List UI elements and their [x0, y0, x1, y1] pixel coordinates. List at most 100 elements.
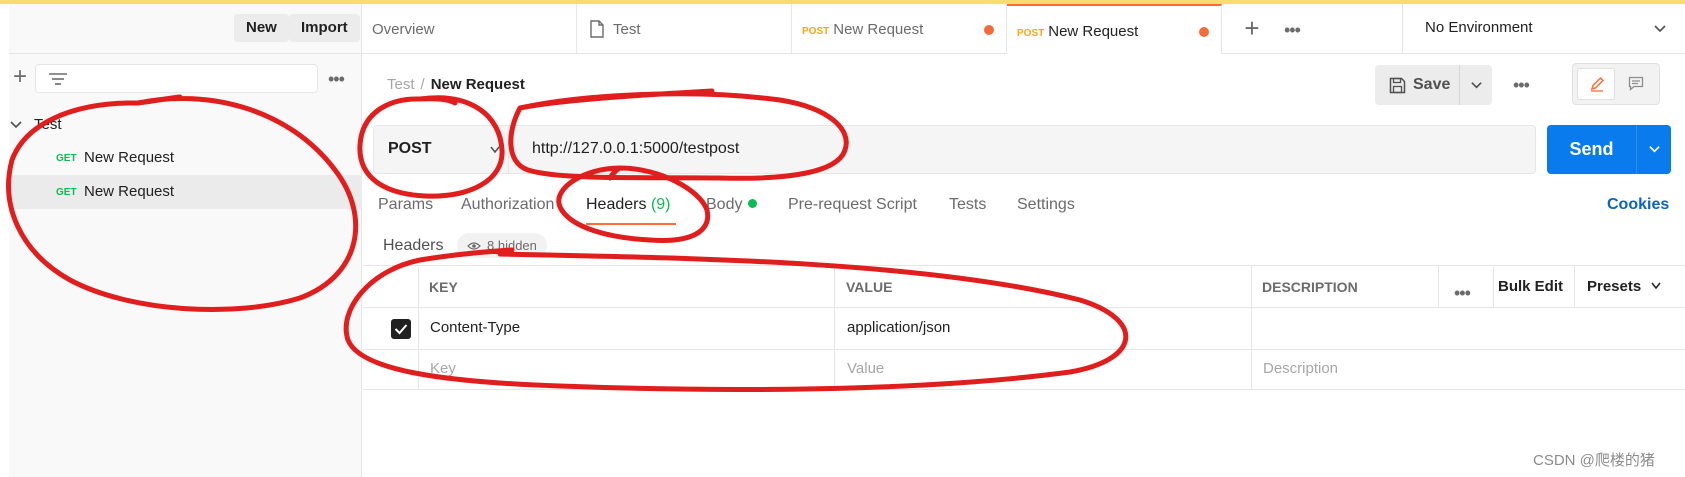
table-more-icon[interactable]: •••	[1454, 284, 1471, 302]
tab-prerequest-script[interactable]: Pre-request Script	[788, 196, 917, 214]
send-dropdown-button[interactable]	[1638, 125, 1671, 174]
new-button[interactable]: New	[234, 14, 289, 42]
save-group: Save	[1375, 65, 1492, 105]
collection-item[interactable]: Test	[9, 110, 362, 140]
add-collection-icon[interactable]: +	[9, 65, 31, 89]
send-button[interactable]: Send	[1547, 125, 1637, 174]
comments-button[interactable]	[1617, 68, 1655, 100]
method-badge: POST	[802, 26, 830, 37]
breadcrumb-parent[interactable]: Test	[387, 76, 415, 93]
column-header-value: VALUE	[846, 279, 893, 295]
table-col-divider	[1493, 265, 1494, 307]
send-group: Send	[1547, 125, 1671, 174]
sidebar-header: New Import	[9, 4, 362, 54]
presets-dropdown[interactable]: Presets	[1587, 278, 1662, 295]
sidebar-request-item[interactable]: GET New Request	[9, 141, 362, 175]
tab-new-request-1[interactable]: POST New Request	[792, 4, 1007, 54]
tab-authorization[interactable]: Authorization	[461, 196, 554, 214]
request-more-icon[interactable]: •••	[1513, 76, 1530, 94]
chevron-down-icon	[10, 121, 22, 129]
save-dropdown-button[interactable]	[1461, 65, 1492, 105]
tab-label: New Request	[833, 21, 924, 38]
tab-label: New Request	[1048, 23, 1139, 40]
new-key-input[interactable]: Key	[430, 360, 456, 377]
breadcrumb-separator: /	[420, 76, 425, 93]
sidebar-filter-input[interactable]	[35, 64, 318, 93]
method-badge: GET	[56, 153, 77, 164]
tab-body-label: Body	[706, 196, 743, 213]
tab-test[interactable]: Test	[577, 4, 792, 54]
tab-tests[interactable]: Tests	[949, 196, 986, 214]
new-value-input[interactable]: Value	[847, 360, 884, 377]
tab-params[interactable]: Params	[378, 196, 433, 214]
active-tab-underline	[586, 223, 676, 225]
header-key-cell[interactable]: Content-Type	[430, 319, 520, 336]
chevron-down-icon	[1651, 282, 1661, 290]
table-col-divider	[1251, 265, 1252, 390]
tab-label: Overview	[372, 21, 435, 38]
unsaved-dot-icon	[1199, 27, 1209, 37]
chevron-down-icon	[1649, 146, 1660, 153]
request-name: New Request	[84, 183, 175, 200]
table-border	[363, 349, 1685, 350]
collection-doc-icon	[590, 20, 604, 38]
sidebar-more-icon[interactable]: •••	[328, 70, 345, 88]
breadcrumb-current[interactable]: New Request	[431, 76, 525, 93]
comment-icon	[1628, 76, 1644, 91]
headers-count: (9)	[650, 196, 671, 213]
header-enabled-checkbox[interactable]	[391, 319, 411, 339]
table-col-divider	[1438, 265, 1439, 307]
url-bar: POST http://127.0.0.1:5000/testpost	[373, 125, 1536, 174]
sidebar-request-item-active[interactable]: GET New Request	[9, 175, 362, 209]
tab-headers-label: Headers	[586, 196, 647, 213]
sidebar-edge	[0, 4, 9, 477]
new-description-input[interactable]: Description	[1263, 360, 1338, 377]
bulk-edit-button[interactable]: Bulk Edit	[1498, 278, 1563, 295]
environment-selector[interactable]: No Environment	[1402, 4, 1685, 54]
hidden-headers-toggle[interactable]: 8 hidden	[457, 233, 547, 258]
edit-mode-button[interactable]	[1577, 68, 1615, 100]
tab-overview[interactable]: Overview	[362, 4, 577, 54]
unsaved-dot-icon	[984, 25, 994, 35]
sidebar: New Import + ••• Test GET New Request GE…	[0, 4, 362, 477]
tabs-more-icon[interactable]: •••	[1284, 21, 1301, 39]
method-badge: POST	[1017, 28, 1045, 39]
new-tab-plus-icon[interactable]: +	[1240, 15, 1264, 41]
tab-label: Test	[613, 21, 641, 38]
table-col-divider	[834, 265, 835, 390]
body-indicator-dot	[748, 199, 758, 208]
environment-label: No Environment	[1425, 19, 1533, 36]
tab-new-request-2-active[interactable]: POST New Request	[1007, 4, 1222, 54]
save-label: Save	[1413, 76, 1451, 93]
chevron-down-icon	[1471, 82, 1482, 89]
tab-bar: Overview Test POST New Request POST New Re…	[362, 4, 1685, 54]
pencil-icon	[1590, 76, 1605, 92]
import-button[interactable]: Import	[289, 14, 360, 42]
chevron-down-icon	[1654, 25, 1666, 33]
hidden-count: 8 hidden	[487, 238, 537, 253]
method-label: POST	[388, 140, 432, 157]
collection-name: Test	[34, 116, 62, 133]
url-input[interactable]: http://127.0.0.1:5000/testpost	[532, 140, 739, 158]
checkmark-icon	[394, 324, 408, 335]
save-button[interactable]: Save	[1375, 65, 1460, 105]
tab-headers[interactable]: Headers (9)	[586, 196, 671, 214]
watermark: CSDN @爬楼的猪	[1533, 452, 1655, 469]
column-header-key: KEY	[429, 279, 458, 295]
breadcrumb: Test / New Request	[387, 76, 525, 93]
save-icon	[1389, 77, 1406, 94]
table-border	[363, 307, 1685, 308]
table-col-divider	[1574, 265, 1575, 307]
tab-body[interactable]: Body	[706, 196, 758, 214]
method-badge: GET	[56, 187, 77, 198]
headers-table: KEY VALUE DESCRIPTION ••• Bulk Edit Pres…	[363, 265, 1685, 390]
method-select[interactable]: POST	[374, 126, 509, 173]
filter-icon	[49, 73, 67, 85]
tab-settings[interactable]: Settings	[1017, 196, 1075, 214]
table-border	[363, 265, 1685, 266]
header-value-cell[interactable]: application/json	[847, 319, 950, 336]
eye-icon	[467, 242, 481, 250]
table-col-divider	[418, 265, 419, 390]
cookies-link[interactable]: Cookies	[1607, 196, 1669, 214]
sidebar-tools: + •••	[9, 60, 362, 98]
